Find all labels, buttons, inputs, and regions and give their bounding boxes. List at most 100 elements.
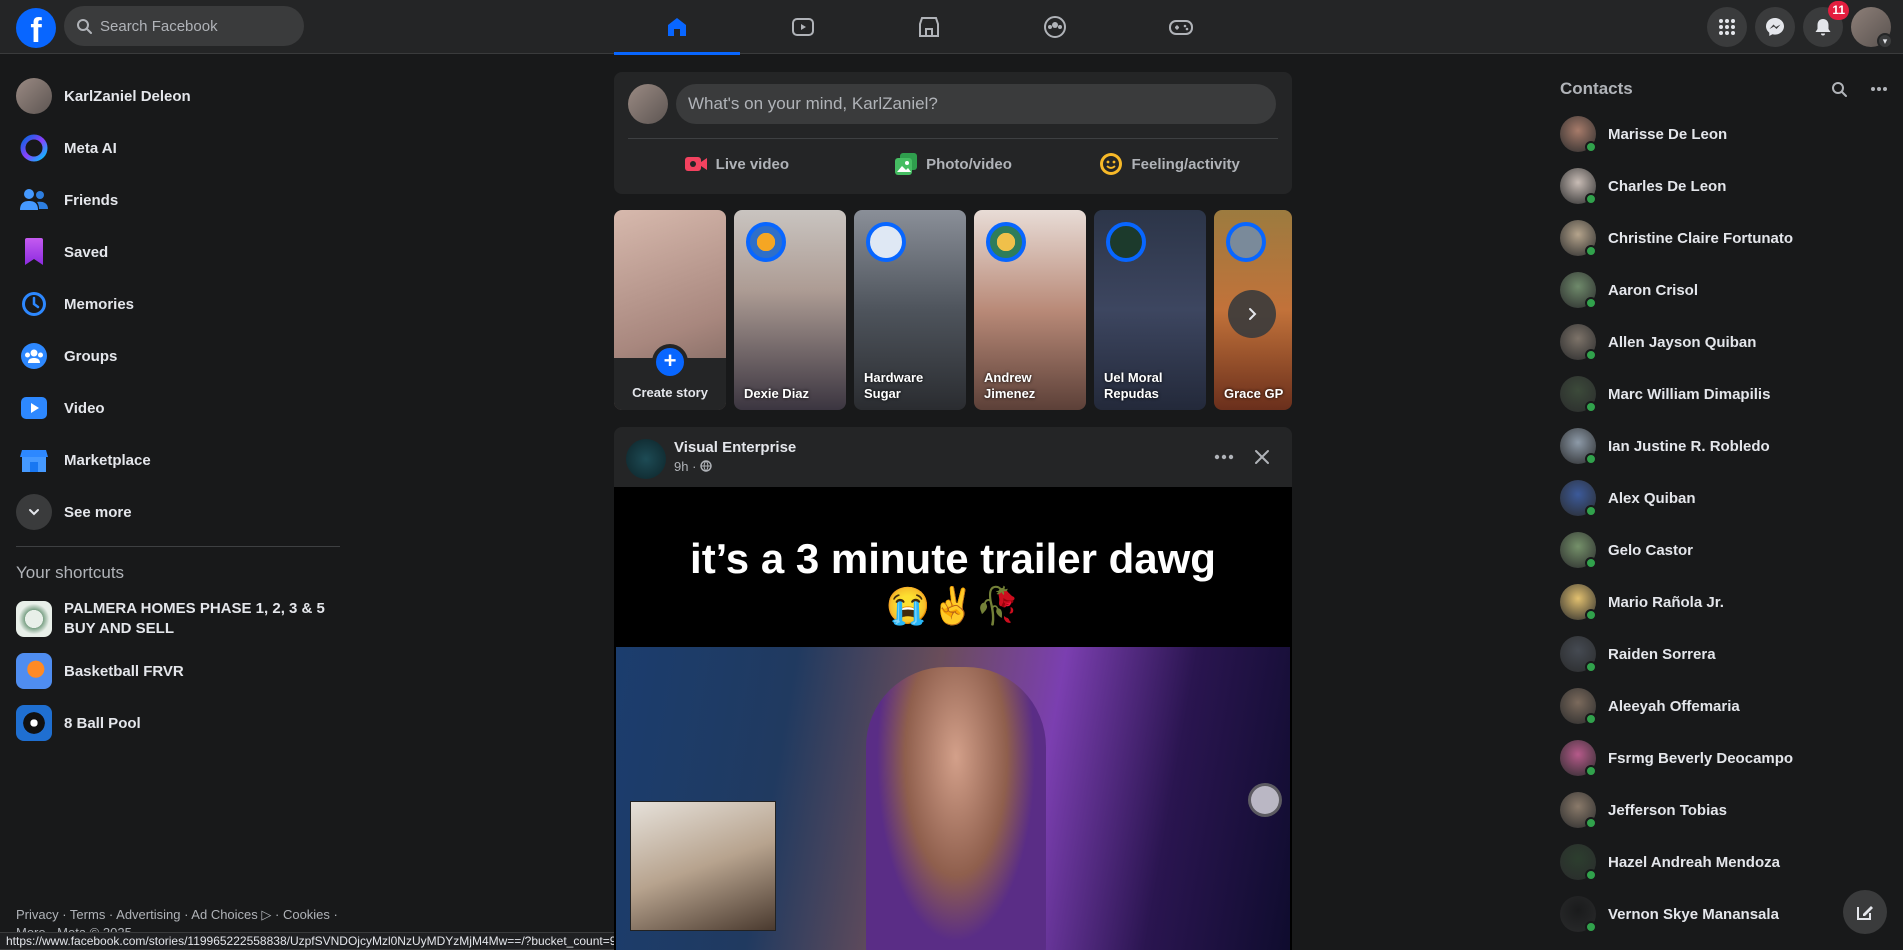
menu-button[interactable] [1707,7,1747,47]
contacts-options-button[interactable] [1863,73,1895,105]
online-status-dot [1585,401,1597,413]
post-composer: What's on your mind, KarlZaniel? Live vi… [614,72,1292,194]
tab-marketplace[interactable] [866,0,992,54]
contacts-header: Contacts [1552,70,1903,108]
story-card[interactable]: Andrew Jimenez [974,210,1086,410]
story-card[interactable]: Uel Moral Repudas [1094,210,1206,410]
shortcut-8-ball-pool[interactable]: 8 Ball Pool [8,697,348,749]
sidebar-item-saved[interactable]: Saved [8,226,348,278]
online-status-dot [1585,349,1597,361]
search-box[interactable] [64,6,304,46]
page-avatar[interactable] [626,439,666,479]
sidebar-item-friends[interactable]: Friends [8,174,348,226]
contact-row[interactable]: Mario Rañola Jr. [1552,576,1903,628]
post-options-button[interactable] [1206,439,1242,475]
story-card[interactable]: Dexie Diaz [734,210,846,410]
left-sidebar: KarlZaniel Deleon Meta AI Friends Saved … [8,70,348,749]
contact-row[interactable]: Alex Quiban [1552,472,1903,524]
contact-name: Marisse De Leon [1608,125,1728,143]
compose-icon [1857,906,1873,920]
messenger-button[interactable] [1755,7,1795,47]
chevron-down-icon [16,494,52,530]
photo-video-button[interactable]: Photo/video [845,144,1062,184]
contact-name: Raiden Sorrera [1608,645,1716,663]
sidebar-item-label: Saved [64,243,109,261]
sidebar-item-meta-ai[interactable]: Meta AI [8,122,348,174]
video-emoji: 😭✌️🥀 [885,585,1021,626]
contact-avatar [1560,532,1597,569]
post-time[interactable]: 9h · [674,459,696,474]
see-more-button[interactable]: See more [8,486,348,538]
contact-name: Mario Rañola Jr. [1608,593,1724,611]
photo-icon [895,153,918,175]
hide-post-button[interactable] [1244,439,1280,475]
contact-row[interactable]: Ian Justine R. Robledo [1552,420,1903,472]
shortcut-label: Basketball FRVR [64,662,184,680]
contact-avatar [1560,220,1597,257]
contact-avatar [1560,636,1597,673]
top-navigation-bar: f 11 ▾ [0,0,1903,55]
contact-name: Ian Justine R. Robledo [1608,437,1770,455]
feeling-activity-button[interactable]: Feeling/activity [1061,144,1278,184]
composer-input[interactable]: What's on your mind, KarlZaniel? [676,84,1276,124]
contact-row[interactable]: Fsrmg Beverly Deocampo [1552,732,1903,784]
avatar[interactable] [628,84,668,124]
sidebar-item-marketplace[interactable]: Marketplace [8,434,348,486]
live-video-button[interactable]: Live video [628,144,845,184]
contact-row[interactable]: Marc William Dimapilis [1552,368,1903,420]
contact-row[interactable]: Jefferson Tobias [1552,784,1903,836]
online-status-dot [1585,453,1597,465]
sidebar-item-groups[interactable]: Groups [8,330,348,382]
post-author[interactable]: Visual Enterprise [674,439,796,456]
online-status-dot [1585,661,1597,673]
divider [16,546,340,547]
stories-next-button[interactable] [1228,290,1276,338]
search-contacts-button[interactable] [1823,73,1855,105]
search-icon [77,19,92,34]
search-input[interactable] [100,17,280,35]
contact-name: Jefferson Tobias [1608,801,1727,819]
contact-row[interactable]: Raiden Sorrera [1552,628,1903,680]
contact-name: Fsrmg Beverly Deocampo [1608,749,1794,767]
game-icon [16,653,52,689]
new-message-button[interactable] [1843,890,1887,934]
memories-icon [16,286,52,322]
sidebar-item-profile[interactable]: KarlZaniel Deleon [8,70,348,122]
shortcuts-title: Your shortcuts [16,563,125,582]
video-icon [792,18,814,36]
story-card[interactable]: Hardware Sugar [854,210,966,410]
contact-row[interactable]: Aleeyah Offemaria [1552,680,1903,732]
close-icon [1255,450,1269,464]
game-icon [16,705,52,741]
video-control-dot[interactable] [1248,783,1282,817]
contact-row[interactable]: Gelo Castor [1552,524,1903,576]
tab-video[interactable] [740,0,866,54]
feeling-icon [1100,153,1123,175]
shortcut-basketball-frvr[interactable]: Basketball FRVR [8,645,348,697]
post-video[interactable]: it’s a 3 minute trailer dawg 😭✌️🥀 [614,487,1292,950]
contact-row[interactable]: Allen Jayson Quiban [1552,316,1903,368]
tab-gaming[interactable] [1118,0,1244,54]
account-avatar[interactable]: ▾ [1851,7,1893,49]
contact-row[interactable]: Hazel Andreah Mendoza [1552,836,1903,888]
contact-name: Charles De Leon [1608,177,1727,195]
story-name: Hardware Sugar [864,370,924,401]
notifications-button[interactable]: 11 [1803,1,1849,47]
create-story-card[interactable]: + Create story [614,210,726,410]
contact-row[interactable]: Aaron Crisol [1552,264,1903,316]
tab-groups[interactable] [992,0,1118,54]
online-status-dot [1585,869,1597,881]
sidebar-item-label: Memories [64,295,135,313]
contact-row[interactable]: Charles De Leon [1552,160,1903,212]
shortcut-palmera-homes[interactable]: PALMERA HOMES PHASE 1, 2, 3 & 5 BUY AND … [8,593,348,645]
contact-row[interactable]: Marisse De Leon [1552,108,1903,160]
sidebar-item-video[interactable]: Video [8,382,348,434]
sidebar-item-memories[interactable]: Memories [8,278,348,330]
stories-tray: + Create story Dexie Diaz Hardware Sugar… [614,210,1292,410]
contact-name: Aleeyah Offemaria [1608,697,1740,715]
tab-home[interactable] [614,0,740,55]
facebook-logo[interactable]: f [16,8,56,48]
contact-name: Vernon Skye Manansala [1608,905,1779,923]
contact-row[interactable]: Christine Claire Fortunato [1552,212,1903,264]
online-status-dot [1585,609,1597,621]
